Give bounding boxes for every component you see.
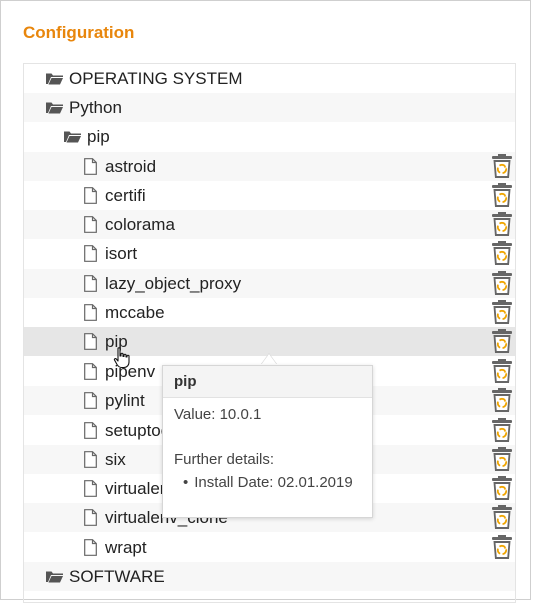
file-icon xyxy=(84,187,97,204)
package-label: lazy_object_proxy xyxy=(105,274,242,293)
trash-icon[interactable] xyxy=(491,418,513,443)
folder-icon xyxy=(46,570,63,583)
trash-icon[interactable] xyxy=(491,447,513,472)
trash-icon[interactable] xyxy=(491,212,513,237)
tree-leaf-certifi[interactable]: certifi xyxy=(24,181,515,210)
tree-node-python[interactable]: Python xyxy=(24,93,515,122)
package-label: six xyxy=(105,450,126,469)
file-icon xyxy=(84,392,97,409)
folder-icon xyxy=(46,72,63,85)
package-tooltip: pip Value: 10.0.1 Further details: Insta… xyxy=(162,365,373,518)
configuration-tree: OPERATING SYSTEM Python pip astroid cert… xyxy=(23,63,516,603)
tree-node-label: OPERATING SYSTEM xyxy=(69,69,243,88)
package-label: certifi xyxy=(105,186,146,205)
file-icon xyxy=(84,158,97,175)
tree-leaf-lazy-object-proxy[interactable]: lazy_object_proxy xyxy=(24,269,515,298)
trash-icon[interactable] xyxy=(491,359,513,384)
tree-node-label: pip xyxy=(87,127,110,146)
panel-title: Configuration xyxy=(23,23,135,42)
tooltip-detail-item: Install Date: 02.01.2019 xyxy=(183,474,352,491)
tree-leaf-colorama[interactable]: colorama xyxy=(24,210,515,239)
trash-icon[interactable] xyxy=(491,154,513,179)
trash-icon[interactable] xyxy=(491,300,513,325)
tooltip-arrow xyxy=(261,354,277,365)
package-label: wrapt xyxy=(105,538,147,557)
file-icon xyxy=(84,333,97,350)
file-icon xyxy=(84,304,97,321)
tooltip-title: pip xyxy=(163,366,372,398)
tree-node-operating-system[interactable]: OPERATING SYSTEM xyxy=(24,64,515,93)
folder-open-icon xyxy=(64,130,81,143)
trash-icon[interactable] xyxy=(491,271,513,296)
file-icon xyxy=(84,509,97,526)
trash-icon[interactable] xyxy=(491,241,513,266)
file-icon xyxy=(84,539,97,556)
package-label: pylint xyxy=(105,391,145,410)
trash-icon[interactable] xyxy=(491,476,513,501)
tree-node-label: Python xyxy=(69,98,122,117)
package-label: isort xyxy=(105,244,138,263)
trash-icon[interactable] xyxy=(491,505,513,530)
trash-icon[interactable] xyxy=(491,388,513,413)
file-icon xyxy=(84,422,97,439)
file-icon xyxy=(84,216,97,233)
tree-node-pip-folder[interactable]: pip xyxy=(24,122,515,151)
file-icon xyxy=(84,480,97,497)
trash-icon[interactable] xyxy=(491,535,513,560)
tree-leaf-pip[interactable]: pip xyxy=(24,327,515,356)
trash-icon[interactable] xyxy=(491,183,513,208)
file-icon xyxy=(84,451,97,468)
hand-pointer-icon xyxy=(113,347,130,369)
tree-leaf-isort[interactable]: isort xyxy=(24,239,515,268)
package-label: astroid xyxy=(105,157,157,176)
file-icon xyxy=(84,245,97,262)
file-icon xyxy=(84,275,97,292)
file-icon xyxy=(84,363,97,380)
tree-leaf-astroid[interactable]: astroid xyxy=(24,152,515,181)
trash-icon[interactable] xyxy=(491,329,513,354)
tree-node-label: SOFTWARE xyxy=(69,567,165,586)
tooltip-value: Value: 10.0.1 xyxy=(174,406,262,423)
tree-leaf-wrapt[interactable]: wrapt xyxy=(24,533,515,562)
package-label: mccabe xyxy=(105,303,165,322)
tree-leaf-mccabe[interactable]: mccabe xyxy=(24,298,515,327)
tooltip-details-label: Further details: xyxy=(174,451,275,468)
package-label: colorama xyxy=(105,215,175,234)
folder-open-icon xyxy=(46,101,63,114)
tree-node-software[interactable]: SOFTWARE xyxy=(24,562,515,591)
